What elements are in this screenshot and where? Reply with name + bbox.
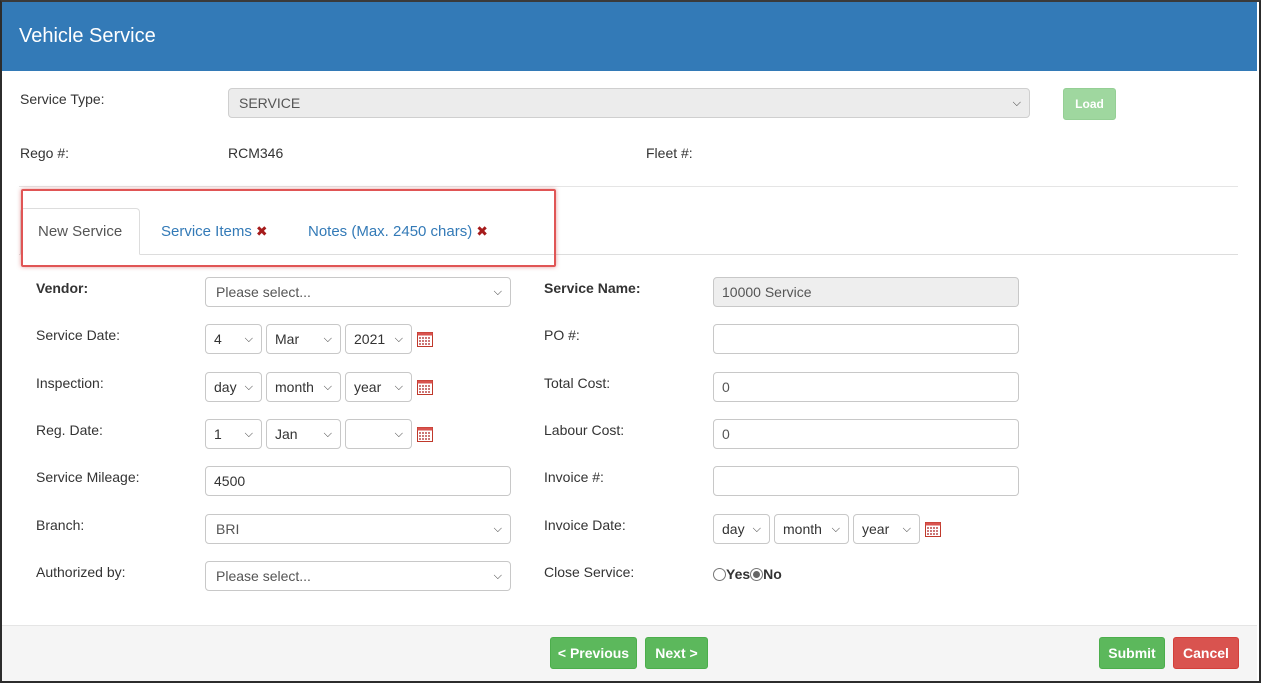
select-value: day xyxy=(722,521,745,537)
chevron-down-icon: ⌵ xyxy=(394,381,403,393)
invoice-date-month-select[interactable]: month ⌵ xyxy=(774,514,849,544)
inspection-label: Inspection: xyxy=(36,375,104,391)
chevron-down-icon: ⌵ xyxy=(493,286,502,298)
close-service-no-label: No xyxy=(763,566,782,582)
chevron-down-icon: ⌵ xyxy=(323,381,332,393)
chevron-down-icon: ⌵ xyxy=(493,570,502,582)
branch-select[interactable]: BRI ⌵ xyxy=(205,514,511,544)
rego-label: Rego #: xyxy=(20,145,70,161)
select-value: 4 xyxy=(214,331,222,347)
reg-date-label: Reg. Date: xyxy=(36,422,103,438)
chevron-down-icon: ⌵ xyxy=(394,333,403,345)
service-date-year-select[interactable]: 2021 ⌵ xyxy=(345,324,412,354)
branch-label: Branch: xyxy=(36,517,85,533)
calendar-icon[interactable] xyxy=(417,426,433,442)
select-value: Mar xyxy=(275,331,300,347)
next-button[interactable]: Next > xyxy=(645,637,708,669)
service-type-select[interactable]: SERVICE ⌵ xyxy=(228,88,1030,118)
calendar-icon[interactable] xyxy=(417,331,433,347)
chevron-down-icon: ⌵ xyxy=(394,428,403,440)
chevron-down-icon: ⌵ xyxy=(323,428,332,440)
service-mileage-input[interactable]: 4500 xyxy=(205,466,511,496)
vendor-label: Vendor: xyxy=(36,280,89,296)
dialog-header: Vehicle Service xyxy=(2,2,1257,71)
vendor-select[interactable]: Please select... ⌵ xyxy=(205,277,511,307)
total-cost-input[interactable]: 0 xyxy=(713,372,1019,402)
cancel-button[interactable]: Cancel xyxy=(1173,637,1239,669)
calendar-icon[interactable] xyxy=(417,379,433,395)
invoice-number-input[interactable] xyxy=(713,466,1019,496)
load-button[interactable]: Load xyxy=(1063,88,1116,120)
select-value: 1 xyxy=(214,426,222,442)
close-service-radio-group: Yes No xyxy=(713,566,782,582)
inspection-month-select[interactable]: month ⌵ xyxy=(266,372,341,402)
total-cost-label: Total Cost: xyxy=(544,375,611,391)
select-value: 2021 xyxy=(354,331,386,347)
select-value: Jan xyxy=(275,426,298,442)
close-service-label: Close Service: xyxy=(544,564,635,580)
select-value: year xyxy=(354,379,382,395)
chevron-down-icon: ⌵ xyxy=(831,523,840,535)
invoice-date-label: Invoice Date: xyxy=(544,517,626,533)
chevron-down-icon: ⌵ xyxy=(244,381,253,393)
submit-button[interactable]: Submit xyxy=(1099,637,1165,669)
close-service-no-radio[interactable] xyxy=(750,568,764,581)
chevron-down-icon: ⌵ xyxy=(493,523,502,535)
service-mileage-label: Service Mileage: xyxy=(36,469,140,485)
close-service-yes-radio[interactable] xyxy=(713,568,726,581)
rego-value: RCM346 xyxy=(228,145,284,161)
invoice-date-day-select[interactable]: day ⌵ xyxy=(713,514,770,544)
service-name-input: 10000 Service xyxy=(713,277,1019,307)
chevron-down-icon: ⌵ xyxy=(244,333,253,345)
po-input[interactable] xyxy=(713,324,1019,354)
reg-date-year-select[interactable]: ⌵ xyxy=(345,419,412,449)
labour-cost-label: Labour Cost: xyxy=(544,422,625,438)
service-name-label: Service Name: xyxy=(544,280,641,296)
reg-date-day-select[interactable]: 1 ⌵ xyxy=(205,419,262,449)
select-value: year xyxy=(862,521,890,537)
invoice-number-label: Invoice #: xyxy=(544,469,604,485)
authorized-by-label: Authorized by: xyxy=(36,564,126,580)
branch-value: BRI xyxy=(216,521,240,537)
select-value: day xyxy=(214,379,237,395)
close-service-yes-label: Yes xyxy=(726,566,751,582)
authorized-by-value: Please select... xyxy=(216,568,311,584)
service-date-month-select[interactable]: Mar ⌵ xyxy=(266,324,341,354)
fleet-label: Fleet #: xyxy=(646,145,693,161)
service-type-label: Service Type: xyxy=(20,91,105,107)
reg-date-month-select[interactable]: Jan ⌵ xyxy=(266,419,341,449)
chevron-down-icon: ⌵ xyxy=(1012,97,1021,109)
chevron-down-icon: ⌵ xyxy=(902,523,911,535)
calendar-icon[interactable] xyxy=(925,521,941,537)
po-label: PO #: xyxy=(544,327,580,343)
service-date-day-select[interactable]: 4 ⌵ xyxy=(205,324,262,354)
inspection-year-select[interactable]: year ⌵ xyxy=(345,372,412,402)
chevron-down-icon: ⌵ xyxy=(323,333,332,345)
inspection-day-select[interactable]: day ⌵ xyxy=(205,372,262,402)
vendor-value: Please select... xyxy=(216,284,311,300)
invoice-date-year-select[interactable]: year ⌵ xyxy=(853,514,920,544)
divider xyxy=(19,186,1238,187)
labour-cost-input[interactable]: 0 xyxy=(713,419,1019,449)
chevron-down-icon: ⌵ xyxy=(244,428,253,440)
authorized-by-select[interactable]: Please select... ⌵ xyxy=(205,561,511,591)
select-value: month xyxy=(783,521,822,537)
tab-highlight-box xyxy=(21,189,556,267)
service-date-label: Service Date: xyxy=(36,327,121,343)
previous-button[interactable]: < Previous xyxy=(550,637,637,669)
service-type-value: SERVICE xyxy=(239,95,301,111)
chevron-down-icon: ⌵ xyxy=(752,523,761,535)
dialog-title: Vehicle Service xyxy=(19,25,156,47)
select-value: month xyxy=(275,379,314,395)
